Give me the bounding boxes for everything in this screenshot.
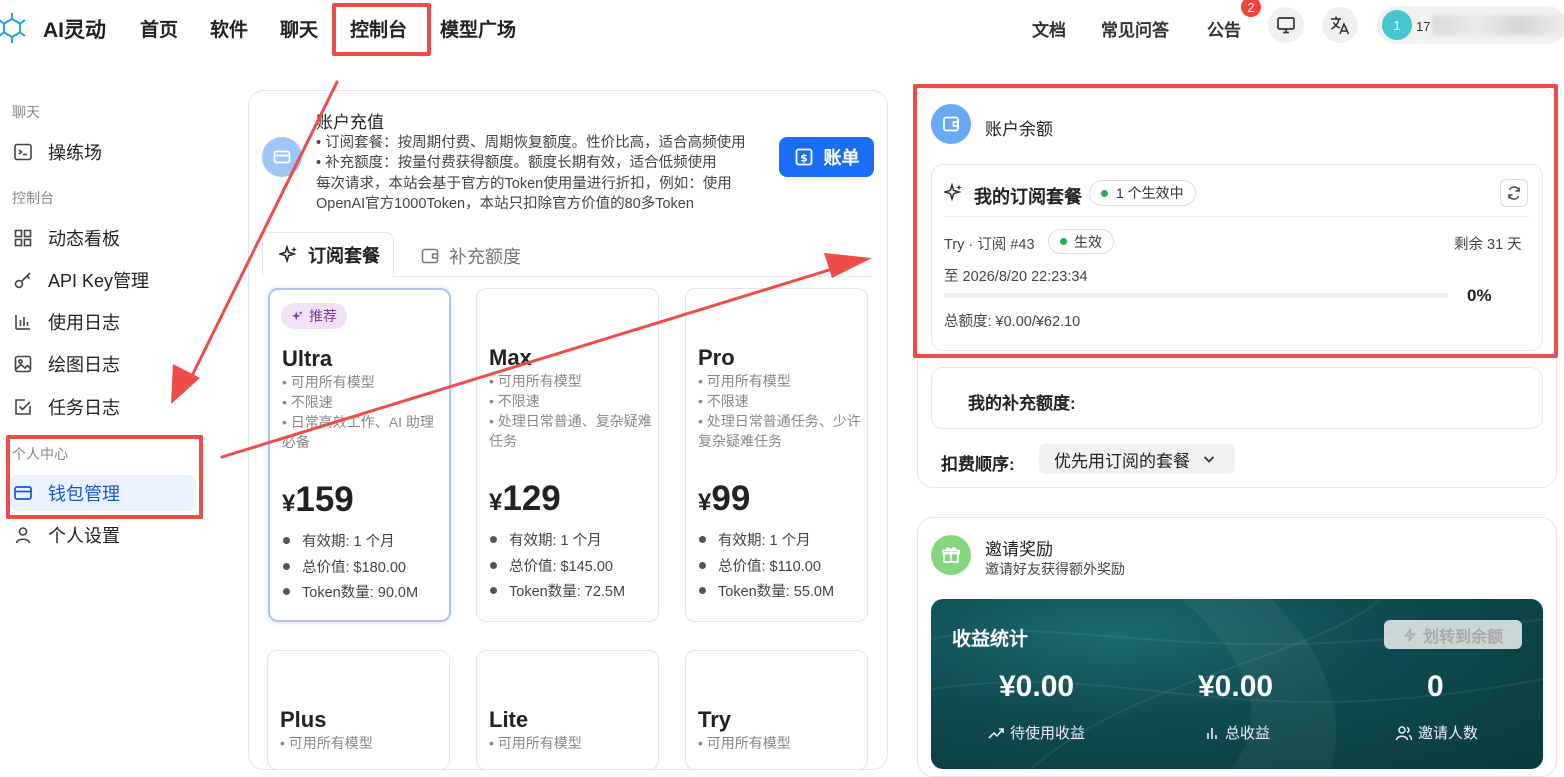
arrow-console-to-wallet [184,80,339,390]
annotation-arrows [171,80,872,459]
arrow-wallet-to-balance [220,260,857,459]
arrow-head-right [824,253,872,278]
